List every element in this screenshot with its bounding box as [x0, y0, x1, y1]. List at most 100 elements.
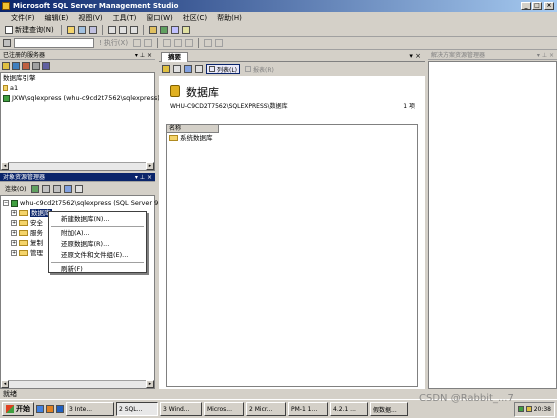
- paste-icon[interactable]: [129, 26, 138, 34]
- menu-item-restore-files[interactable]: 还原文件和文件组(E)...: [49, 250, 146, 261]
- database-combo[interactable]: [14, 38, 94, 48]
- task-button[interactable]: PM-1 1...: [288, 402, 328, 416]
- start-button[interactable]: 开始: [2, 402, 34, 416]
- copy-icon[interactable]: [118, 26, 127, 34]
- horizontal-scrollbar[interactable]: ◂ ▸: [1, 162, 154, 170]
- list-view-button[interactable]: 列表(L): [206, 64, 241, 74]
- connect-button[interactable]: 连接(O): [3, 184, 28, 194]
- horizontal-scrollbar[interactable]: ◂ ▸: [1, 380, 154, 388]
- expand-icon[interactable]: +: [11, 210, 17, 216]
- tree-item-server[interactable]: JXW\sqlexpress (whu-c9cd2t7562\sqlexpres…: [1, 93, 160, 103]
- group-icon: [3, 85, 8, 91]
- save-all-icon[interactable]: [88, 26, 97, 34]
- ssce-icon[interactable]: [32, 62, 40, 70]
- scroll-right-arrow[interactable]: ▸: [146, 380, 154, 388]
- task-button[interactable]: 假数据...: [370, 402, 408, 416]
- task-button[interactable]: Micros...: [204, 402, 244, 416]
- toolbox-icon[interactable]: [181, 26, 190, 34]
- open-file-icon[interactable]: [66, 26, 75, 34]
- close-button[interactable]: ×: [544, 2, 554, 10]
- menu-community[interactable]: 社区(C): [178, 13, 212, 23]
- menu-item-restore-database[interactable]: 还原数据库(R)...: [49, 239, 146, 250]
- filter-icon[interactable]: [195, 65, 203, 73]
- check-icon[interactable]: [133, 39, 142, 47]
- toolbar-separator: [198, 38, 200, 48]
- panel-pin-close[interactable]: ▾ ⊥ ×: [537, 51, 554, 60]
- menu-view[interactable]: 视图(V): [73, 13, 107, 23]
- summary-content: 数据库 WHU-C9CD2T7562\SQLEXPRESS\数据库 1 项 名称…: [159, 76, 425, 389]
- tree-item-group[interactable]: a1: [1, 83, 154, 93]
- minimize-button[interactable]: _: [521, 2, 531, 10]
- cancel-query-icon[interactable]: [144, 39, 153, 47]
- tree-root-server[interactable]: − whu-c9cd2t7562\sqlexpress (SQL Server 9: [1, 198, 158, 208]
- toolbar-separator: [142, 25, 144, 35]
- column-header-name[interactable]: 名称: [167, 125, 219, 133]
- menu-edit[interactable]: 编辑(E): [40, 13, 74, 23]
- results-text-icon[interactable]: [174, 39, 183, 47]
- cut-icon[interactable]: [107, 26, 116, 34]
- menu-help[interactable]: 帮助(H): [212, 13, 247, 23]
- ssms-app-icon[interactable]: [2, 2, 10, 10]
- toolbar-separator: [60, 25, 62, 35]
- display-plan-icon[interactable]: [163, 39, 172, 47]
- menu-item-new-database[interactable]: 新建数据库(N)...: [49, 214, 146, 225]
- menu-item-refresh[interactable]: 刷新(F): [49, 264, 146, 275]
- panel-pin-close[interactable]: ▾ ⊥ ×: [135, 173, 152, 182]
- filter-icon[interactable]: [75, 184, 84, 193]
- results-grid-icon[interactable]: [185, 39, 194, 47]
- quicklaunch-desktop-icon[interactable]: [36, 405, 44, 413]
- uncomment-icon[interactable]: [215, 39, 224, 47]
- menu-file[interactable]: 文件(F): [6, 13, 40, 23]
- scroll-left-arrow[interactable]: ◂: [1, 162, 9, 170]
- toolbar-separator: [101, 25, 103, 35]
- expand-icon[interactable]: +: [11, 250, 17, 256]
- analysis-services-icon[interactable]: [12, 62, 20, 70]
- registered-servers-icon[interactable]: [148, 26, 157, 34]
- task-button[interactable]: 3 Wind...: [160, 402, 202, 416]
- clock[interactable]: 20:38: [534, 406, 551, 413]
- panel-pin-close[interactable]: ▾ ⊥ ×: [135, 51, 152, 60]
- volume-icon[interactable]: [525, 406, 532, 412]
- expand-icon[interactable]: +: [11, 230, 17, 236]
- window-title: Microsoft SQL Server Management Studio: [13, 2, 179, 10]
- task-button-active[interactable]: 2 SQL...: [116, 402, 158, 416]
- execute-button[interactable]: ! 执行(X): [97, 38, 130, 48]
- sync-icon[interactable]: [173, 65, 181, 73]
- comment-icon[interactable]: [204, 39, 213, 47]
- list-item[interactable]: 系统数据库: [167, 133, 417, 143]
- up-icon[interactable]: [162, 65, 170, 73]
- task-button[interactable]: 4.2.1 ...: [330, 402, 368, 416]
- db-engine-icon[interactable]: [2, 62, 10, 70]
- scroll-right-arrow[interactable]: ▸: [146, 162, 154, 170]
- quicklaunch-ie-icon[interactable]: [56, 405, 64, 413]
- stop-icon[interactable]: [53, 184, 62, 193]
- collapse-icon[interactable]: −: [3, 200, 9, 206]
- connect-icon[interactable]: [31, 184, 40, 193]
- refresh-icon[interactable]: [64, 184, 73, 193]
- tab-summary[interactable]: 摘要: [161, 52, 188, 62]
- object-explorer-icon[interactable]: [159, 26, 168, 34]
- reporting-services-icon[interactable]: [22, 62, 30, 70]
- task-button[interactable]: 3 Inte...: [66, 402, 114, 416]
- maximize-button[interactable]: □: [532, 2, 542, 10]
- new-query-button[interactable]: 新建查询(N): [3, 25, 56, 35]
- menu-tools[interactable]: 工具(T): [108, 13, 142, 23]
- tab-close-icon[interactable]: ▾ ×: [409, 52, 421, 60]
- menu-item-attach[interactable]: 附加(A)...: [49, 228, 146, 239]
- integration-services-icon[interactable]: [42, 62, 50, 70]
- quicklaunch-browser-icon[interactable]: [46, 405, 54, 413]
- expand-icon[interactable]: +: [11, 220, 17, 226]
- windows-logo-icon: [6, 405, 14, 413]
- expand-icon[interactable]: +: [11, 240, 17, 246]
- menu-window[interactable]: 窗口(W): [141, 13, 177, 23]
- disconnect-icon[interactable]: [42, 184, 51, 193]
- refresh-icon[interactable]: [184, 65, 192, 73]
- solution-explorer-header: 解决方案资源管理器 ▾ ⊥ ×: [428, 51, 557, 60]
- task-button[interactable]: 2 Micr...: [246, 402, 286, 416]
- save-icon[interactable]: [77, 26, 86, 34]
- report-button[interactable]: 报表(R): [243, 64, 276, 74]
- summary-document: 摘要 ▾ × 列表(L) 报表(R) 数据库 WHU-C9CD2T7562\SQ…: [159, 51, 425, 389]
- scroll-left-arrow[interactable]: ◂: [1, 380, 9, 388]
- network-icon[interactable]: [517, 406, 524, 412]
- properties-icon[interactable]: [170, 26, 179, 34]
